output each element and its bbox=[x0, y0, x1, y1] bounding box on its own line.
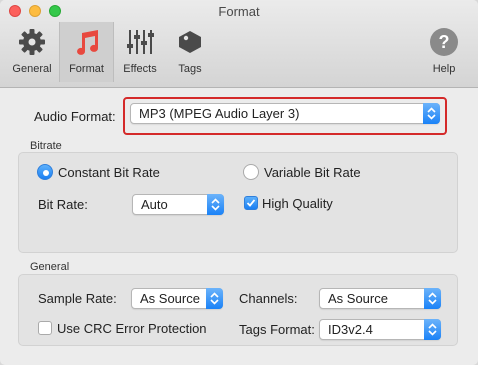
chevron-updown-icon bbox=[206, 288, 223, 309]
toolbar-tags-label: Tags bbox=[178, 63, 202, 75]
high-quality-label: High Quality bbox=[262, 196, 333, 211]
sample-rate-select[interactable]: As Source bbox=[131, 288, 223, 309]
constant-bit-rate-label: Constant Bit Rate bbox=[58, 165, 160, 180]
general-group: Sample Rate: As Source Channels: As Sour… bbox=[18, 274, 458, 346]
window-title: Format bbox=[218, 4, 260, 19]
toolbar-effects-label: Effects bbox=[123, 63, 157, 75]
sample-rate-value: As Source bbox=[140, 291, 200, 306]
titlebar: Format General Format Effects Tags ? Hel… bbox=[0, 0, 478, 88]
audio-format-row: Audio Format: MP3 (MPEG Audio Layer 3) bbox=[12, 96, 466, 138]
gear-icon bbox=[17, 27, 47, 57]
toolbar-tags[interactable]: Tags bbox=[168, 22, 212, 82]
tag-icon bbox=[175, 27, 205, 57]
chevron-updown-icon bbox=[424, 288, 441, 309]
crc-error-protection-label: Use CRC Error Protection bbox=[57, 321, 207, 336]
chevron-updown-icon bbox=[424, 319, 441, 340]
crc-error-protection-checkbox[interactable] bbox=[38, 321, 52, 335]
tags-format-label: Tags Format: bbox=[239, 322, 315, 337]
chevron-updown-icon bbox=[423, 103, 440, 124]
toolbar-effects[interactable]: Effects bbox=[115, 22, 165, 82]
toolbar-help[interactable]: ? Help bbox=[420, 22, 468, 82]
sliders-icon bbox=[125, 27, 155, 57]
toolbar-general-label: General bbox=[12, 63, 52, 75]
tags-format-value: ID3v2.4 bbox=[328, 322, 373, 337]
toolbar-general[interactable]: General bbox=[6, 22, 58, 82]
variable-bit-rate-label: Variable Bit Rate bbox=[264, 165, 361, 180]
constant-bit-rate-radio[interactable] bbox=[37, 164, 53, 180]
audio-format-value: MP3 (MPEG Audio Layer 3) bbox=[139, 106, 300, 121]
sample-rate-label: Sample Rate: bbox=[38, 291, 117, 306]
music-note-icon bbox=[72, 27, 102, 57]
format-window: Format General Format Effects Tags ? Hel… bbox=[0, 0, 478, 365]
channels-value: As Source bbox=[328, 291, 388, 306]
bitrate-group-title: Bitrate bbox=[30, 140, 62, 152]
general-group-title: General bbox=[30, 261, 70, 273]
high-quality-checkbox[interactable] bbox=[244, 196, 258, 210]
audio-format-select[interactable]: MP3 (MPEG Audio Layer 3) bbox=[130, 103, 440, 124]
bit-rate-select[interactable]: Auto bbox=[132, 194, 224, 215]
chevron-updown-icon bbox=[207, 194, 224, 215]
channels-label: Channels: bbox=[239, 291, 298, 306]
variable-bit-rate-radio[interactable] bbox=[243, 164, 259, 180]
help-icon: ? bbox=[429, 27, 459, 57]
channels-select[interactable]: As Source bbox=[319, 288, 441, 309]
format-panel: Audio Format: MP3 (MPEG Audio Layer 3) B… bbox=[12, 88, 466, 358]
toolbar-help-label: Help bbox=[432, 63, 456, 75]
svg-text:?: ? bbox=[439, 32, 450, 52]
audio-format-label: Audio Format: bbox=[34, 109, 116, 124]
bit-rate-label: Bit Rate: bbox=[38, 197, 88, 212]
tags-format-select[interactable]: ID3v2.4 bbox=[319, 319, 441, 340]
toolbar-format-label: Format bbox=[69, 63, 104, 75]
bitrate-group: Constant Bit Rate Variable Bit Rate Bit … bbox=[18, 152, 458, 253]
toolbar-format[interactable]: Format bbox=[59, 22, 114, 82]
bit-rate-value: Auto bbox=[141, 197, 168, 212]
